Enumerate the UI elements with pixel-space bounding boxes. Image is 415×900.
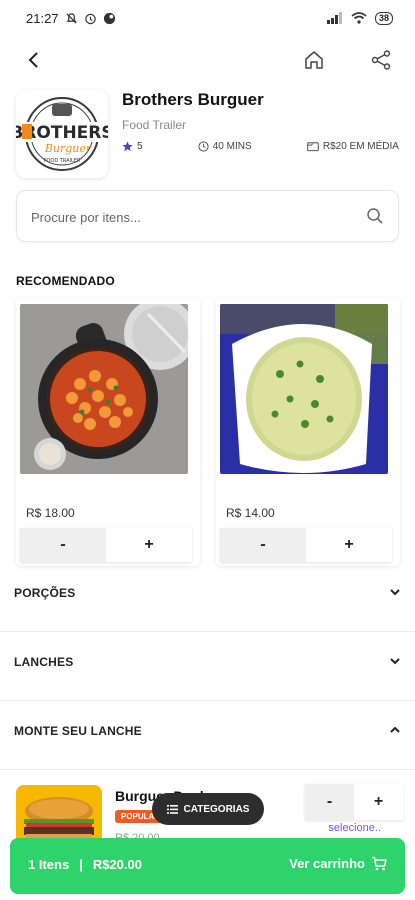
categories-button[interactable]: CATEGORIAS bbox=[152, 793, 264, 825]
store-meta: 5 40 MINS R$20 EM MÉDIA bbox=[122, 141, 399, 152]
back-button[interactable] bbox=[20, 46, 48, 74]
rating-value: 5 bbox=[137, 141, 143, 152]
star-icon bbox=[122, 141, 133, 152]
home-icon bbox=[305, 51, 323, 69]
quantity-stepper-2: - + bbox=[220, 528, 392, 562]
app-status-icon bbox=[103, 12, 115, 24]
category-label-lanches: LANCHES bbox=[14, 655, 74, 669]
quantity-stepper-1: - + bbox=[20, 528, 192, 562]
store-rating: 5 bbox=[122, 141, 143, 152]
search-input[interactable] bbox=[31, 205, 351, 229]
product-image-soup bbox=[220, 304, 388, 474]
home-button[interactable] bbox=[300, 46, 328, 74]
product-decrease-button[interactable]: - bbox=[305, 784, 354, 820]
cart-bar[interactable]: 1 Itens | R$20.00 Ver carrinho bbox=[10, 838, 405, 894]
store-name: Brothers Burguer bbox=[122, 90, 264, 109]
categories-button-label: CATEGORIAS bbox=[183, 803, 250, 815]
product-select-link[interactable]: selecione.. bbox=[328, 822, 381, 834]
product-image-gnocchi bbox=[20, 304, 188, 474]
view-cart-label: Ver carrinho bbox=[289, 856, 365, 871]
view-cart-button[interactable]: Ver carrinho bbox=[289, 856, 387, 871]
recommended-card-1[interactable]: R$ 18.00 - + bbox=[16, 298, 200, 566]
product-increase-button[interactable]: + bbox=[354, 784, 403, 820]
list-icon bbox=[166, 804, 178, 814]
chevron-up-icon bbox=[390, 726, 400, 733]
recommended-title: RECOMENDADO bbox=[16, 274, 115, 288]
cart-item-count: 1 Itens bbox=[28, 857, 70, 872]
wallet-icon bbox=[306, 142, 319, 152]
store-logo-image: BROTHERS Burguer FOOD TRAILER bbox=[16, 97, 108, 171]
store-type: Food Trailer bbox=[122, 118, 187, 132]
top-navigation bbox=[0, 40, 415, 80]
category-lanches[interactable]: LANCHES bbox=[0, 631, 415, 701]
increase-button-1[interactable]: + bbox=[106, 528, 192, 562]
share-icon bbox=[371, 50, 391, 70]
store-average-price: R$20 EM MÉDIA bbox=[306, 141, 399, 152]
shopping-cart-icon bbox=[372, 856, 387, 871]
product-quantity-stepper: - + bbox=[305, 784, 403, 820]
category-label-monte-seu-lanche: MONTE SEU LANCHE bbox=[14, 724, 142, 738]
cart-summary: 1 Itens | R$20.00 bbox=[28, 857, 142, 872]
chevron-down-icon bbox=[390, 589, 400, 596]
average-price-value: R$20 EM MÉDIA bbox=[322, 141, 399, 152]
search-icon[interactable] bbox=[366, 207, 384, 225]
notification-off-icon bbox=[65, 12, 77, 24]
store-delivery-time: 40 MINS bbox=[198, 141, 252, 152]
recommended-price-1: R$ 18.00 bbox=[26, 506, 75, 520]
decrease-button-1[interactable]: - bbox=[20, 528, 106, 562]
increase-button-2[interactable]: + bbox=[306, 528, 392, 562]
share-button[interactable] bbox=[367, 46, 395, 74]
store-logo: BROTHERS Burguer FOOD TRAILER bbox=[16, 90, 108, 178]
svg-text:Burguer: Burguer bbox=[44, 142, 92, 155]
status-time: 21:27 bbox=[26, 10, 59, 26]
search-box[interactable] bbox=[16, 190, 399, 242]
delivery-time-value: 40 MINS bbox=[212, 141, 252, 152]
chevron-down-icon bbox=[390, 658, 400, 665]
status-left: 21:27 bbox=[26, 11, 116, 26]
signal-icon bbox=[326, 12, 342, 24]
svg-text:FOOD TRAILER: FOOD TRAILER bbox=[44, 158, 81, 164]
wifi-icon bbox=[351, 12, 367, 24]
cart-total: R$20.00 bbox=[92, 857, 142, 872]
alarm-icon bbox=[84, 13, 96, 24]
category-label-porcoes: PORÇÕES bbox=[14, 586, 76, 600]
category-monte-seu-lanche[interactable]: MONTE SEU LANCHE bbox=[0, 700, 415, 770]
store-header: BROTHERS Burguer FOOD TRAILER Brothers B… bbox=[16, 86, 399, 181]
status-right: 38 bbox=[326, 11, 393, 25]
status-bar: 21:27 38 bbox=[0, 0, 415, 36]
product-image-burger bbox=[16, 785, 102, 845]
battery-indicator: 38 bbox=[374, 11, 393, 25]
category-porcoes[interactable]: PORÇÕES bbox=[0, 562, 415, 632]
clock-icon bbox=[198, 141, 209, 152]
recommended-card-2[interactable]: R$ 14.00 - + bbox=[216, 298, 400, 566]
back-arrow-icon bbox=[28, 52, 38, 68]
recommended-price-2: R$ 14.00 bbox=[226, 506, 275, 520]
cart-separator: | bbox=[79, 857, 83, 872]
decrease-button-2[interactable]: - bbox=[220, 528, 306, 562]
